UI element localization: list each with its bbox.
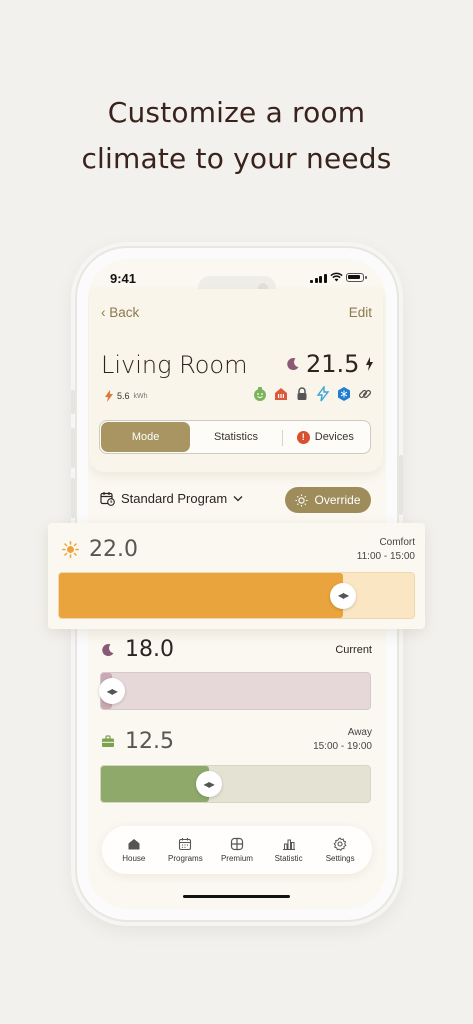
briefcase-icon [102, 735, 114, 747]
phone-side-button [71, 390, 75, 414]
away-mode-info: Away 15:00 - 19:00 [313, 726, 372, 754]
smiley-icon[interactable] [252, 386, 268, 402]
tab-statistics[interactable]: Statistics [191, 421, 280, 453]
tab-mode[interactable]: Mode [101, 422, 191, 452]
calendar-clock-icon [100, 492, 115, 506]
status-bar: 9:41 [88, 269, 386, 300]
bottom-tab-bar: House Programs Premium Statistic Setting… [102, 826, 372, 874]
current-temperature: 18.0 [125, 637, 174, 662]
signal-icon [310, 274, 327, 283]
chevron-left-icon: ‹ [101, 305, 110, 320]
sun-icon [62, 541, 79, 558]
comfort-mode-row: 22.0 [62, 537, 138, 562]
current-temperature-slider[interactable]: ◀▶ [98, 672, 371, 710]
battery-icon [346, 273, 367, 282]
house-icon [128, 839, 140, 850]
bolt-icon[interactable] [315, 384, 331, 402]
comfort-slider-handle[interactable]: ◀▶ [330, 582, 356, 609]
comfort-temperature: 22.0 [89, 537, 138, 562]
tab-devices[interactable]: ! Devices [281, 421, 370, 453]
room-temperature: 21.5 [286, 350, 374, 378]
comfort-mode-name: Comfort [379, 537, 415, 548]
tab-settings[interactable]: Settings [316, 837, 364, 863]
energy-usage: 5.6 kWh [105, 390, 148, 402]
moon-icon [102, 643, 114, 656]
chart-icon [282, 839, 295, 851]
comfort-slider-fill [59, 573, 343, 618]
tab-house[interactable]: House [110, 837, 158, 863]
override-sun-icon [295, 494, 308, 506]
segment-divider [282, 430, 283, 446]
comfort-mode-info: Comfort 11:00 - 15:00 [357, 536, 415, 564]
away-mode-name: Away [347, 727, 372, 738]
room-name: Living Room [101, 351, 248, 379]
program-label: Standard Program [121, 491, 228, 506]
phone-volume-down [71, 478, 75, 518]
moon-icon [287, 358, 299, 371]
away-slider-fill [101, 766, 209, 802]
away-temperature-slider[interactable]: ◀▶ [100, 765, 371, 803]
back-button[interactable]: ‹ Back [101, 305, 139, 320]
tab-premium[interactable]: Premium [213, 837, 261, 863]
lock-icon[interactable] [294, 386, 310, 402]
headline: Customize a room climate to your needs [0, 90, 473, 182]
override-button[interactable]: Override [285, 487, 371, 513]
away-mode-row: 12.5 [101, 729, 174, 754]
phone-volume-up [71, 428, 75, 468]
current-slider-handle[interactable]: ◀▶ [98, 678, 125, 704]
wifi-icon [330, 272, 343, 282]
snowflake-icon[interactable] [336, 386, 352, 402]
tab-statistic[interactable]: Statistic [265, 837, 313, 863]
status-time: 9:41 [110, 271, 137, 286]
comfort-mode-time: 11:00 - 15:00 [356, 551, 415, 562]
heater-icon[interactable] [273, 386, 289, 402]
away-temperature: 12.5 [125, 729, 174, 754]
edit-button[interactable]: Edit [349, 305, 372, 320]
warning-icon: ! [296, 430, 310, 444]
away-mode-time: 15:00 - 19:00 [313, 741, 372, 752]
phone-power-button [399, 455, 403, 515]
calendar-icon [179, 838, 192, 851]
comfort-mode-card: 22.0 Comfort 11:00 - 15:00 ◀▶ [48, 523, 425, 629]
energy-bolt-icon [105, 390, 113, 402]
chevron-down-icon [233, 496, 243, 502]
headline-line-1: Customize a room [107, 96, 366, 129]
view-segmented-control: Mode Statistics ! Devices [99, 420, 371, 454]
heating-bolt-icon [366, 357, 374, 371]
device-icons [252, 384, 373, 402]
away-slider-handle[interactable]: ◀▶ [195, 771, 222, 797]
link-icon[interactable] [357, 386, 373, 402]
current-mode-row: 18.0 [101, 637, 174, 662]
gear-icon [333, 837, 347, 851]
headline-line-2: climate to your needs [81, 142, 392, 175]
home-indicator [183, 895, 290, 898]
program-selector[interactable]: Standard Program [100, 491, 243, 506]
comfort-temperature-slider[interactable]: ◀▶ [58, 572, 415, 619]
premium-icon [230, 837, 244, 851]
tab-programs[interactable]: Programs [161, 837, 209, 863]
current-mode-name: Current [335, 644, 372, 656]
